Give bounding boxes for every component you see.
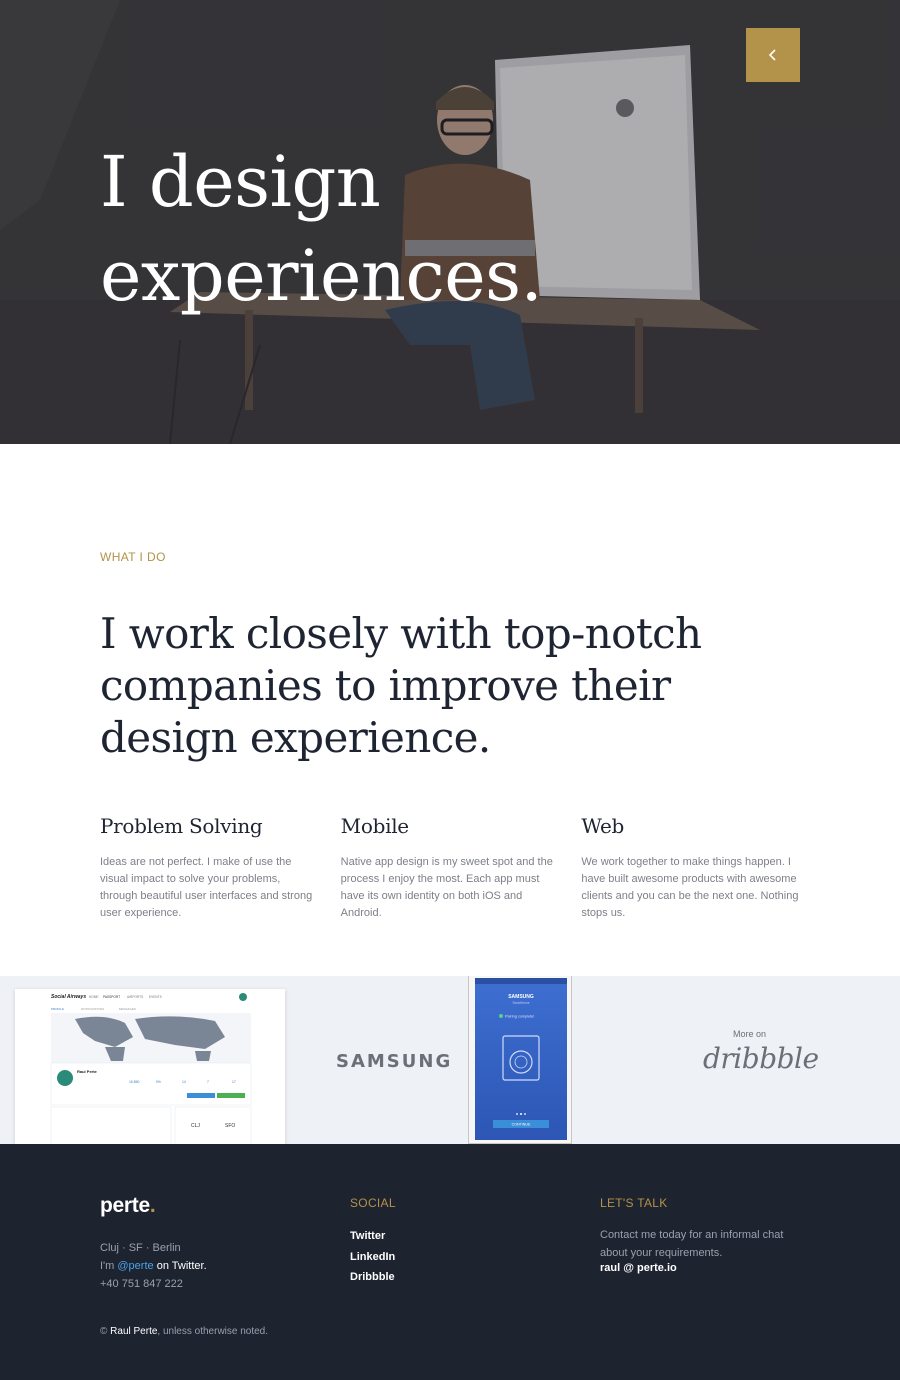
copyright-owner: Raul Perte: [110, 1326, 158, 1337]
service-text: Native app design is my sweet spot and t…: [340, 856, 553, 919]
more-on-label: More on: [733, 1029, 767, 1039]
brand-dot: .: [149, 1194, 156, 1217]
mock-nav-item: HOME: [89, 995, 99, 999]
phone-screen-graphic: SAMSUNG SmartHome Pairing complete! CONT…: [475, 978, 567, 1128]
lead-line: companies to improve their: [100, 661, 671, 710]
lead-line: design experience.: [100, 713, 491, 762]
mock-profile-name: Raul Perte: [77, 1069, 98, 1074]
section-lead: I work closely with top-notch companies …: [100, 608, 800, 764]
footer: perte. Cluj · SF · Berlin I'm @perte on …: [0, 1144, 900, 1380]
mock-nav-item: PASSPORT: [103, 995, 120, 999]
hero: I design experiences.: [0, 0, 900, 444]
mock-from-code: CLJ: [191, 1123, 200, 1129]
phone-number: +40 751 847 222: [100, 1278, 183, 1290]
phone-continue-button: CONTINUE: [512, 1123, 531, 1127]
twitter-handle-link[interactable]: @perte: [117, 1260, 153, 1272]
lead-line: I work closely with top-notch: [100, 609, 702, 658]
footer-contact-info: Cluj · SF · Berlin I'm @perte on Twitter…: [100, 1239, 207, 1293]
mock-stat: 16.850: [129, 1080, 139, 1084]
phone-brand: SAMSUNG: [508, 994, 534, 1000]
location-text: Cluj · SF · Berlin: [100, 1242, 181, 1254]
what-i-do-section: WHAT I DO I work closely with top-notch …: [0, 444, 900, 976]
phone-status: Pairing complete!: [505, 1015, 534, 1019]
mock-stat: 7: [207, 1080, 209, 1084]
hero-title-line: I design: [100, 141, 381, 223]
service-problem-solving: Problem Solving Ideas are not perfect. I…: [100, 814, 319, 922]
service-mobile: Mobile Native app design is my sweet spo…: [341, 814, 560, 922]
service-title: Problem Solving: [100, 814, 263, 838]
mock-tab: PROFILE: [51, 1007, 64, 1011]
lets-talk-text: Contact me today for an informal chat ab…: [600, 1229, 784, 1259]
hero-title-line: experiences.: [100, 235, 543, 317]
service-title: Mobile: [340, 814, 409, 838]
chevron-left-icon: [768, 49, 776, 61]
brand-name: perte: [100, 1194, 150, 1217]
mock-stat: 17: [232, 1080, 236, 1084]
social-heading: SOCIAL: [350, 1196, 396, 1210]
social-airways-mockup: Social Airways HOME PASSPORT AIRPORTS EV…: [15, 989, 285, 1144]
lets-talk-heading: LET'S TALK: [600, 1196, 668, 1210]
mock-nav-item: EVENTS: [149, 995, 162, 999]
twitter-line: I'm @perte on Twitter.: [100, 1257, 207, 1275]
phone-screen: SAMSUNG SmartHome Pairing complete! CONT…: [475, 978, 567, 1140]
copyright-prefix: ©: [100, 1326, 111, 1337]
services: Problem Solving Ideas are not perfect. I…: [100, 814, 800, 922]
service-text: Ideas are not perfect. I make of use the…: [100, 856, 313, 919]
samsung-phone-mockup[interactable]: SAMSUNG SmartHome Pairing complete! CONT…: [468, 976, 572, 1144]
service-text: We work together to make things happen. …: [581, 856, 799, 919]
phone-subbrand: SmartHome: [512, 1001, 529, 1005]
mock-stat: 0%: [156, 1080, 161, 1084]
social-links: Twitter LinkedIn Dribbble: [350, 1226, 395, 1288]
social-link-twitter[interactable]: Twitter: [350, 1226, 395, 1247]
copyright: © Raul Perte, unless otherwise noted.: [100, 1326, 268, 1337]
social-link-linkedin[interactable]: LinkedIn: [350, 1247, 395, 1268]
mock-nav-item: AIRPORTS: [127, 995, 143, 999]
social-airways-screenshot[interactable]: Social Airways HOME PASSPORT AIRPORTS EV…: [15, 989, 285, 1144]
email-link[interactable]: raul @ perte.io: [600, 1262, 677, 1274]
copyright-suffix: , unless otherwise noted.: [157, 1326, 269, 1337]
mock-tab: NOTIFICATIONS: [81, 1007, 104, 1011]
mock-tab: MESSAGES: [119, 1007, 136, 1011]
twitter-prefix: I'm: [100, 1260, 118, 1272]
section-eyebrow: WHAT I DO: [100, 550, 166, 564]
dribbble-logo[interactable]: dribbble: [703, 1042, 819, 1075]
mock-stat: 14: [182, 1080, 186, 1084]
samsung-logo[interactable]: SAMSUNG: [336, 1051, 452, 1072]
service-web: Web We work together to make things happ…: [581, 814, 800, 922]
mock-to-code: SFO: [225, 1123, 235, 1129]
social-link-dribbble[interactable]: Dribbble: [350, 1267, 395, 1288]
mock-logo: Social Airways: [51, 994, 86, 1000]
back-button[interactable]: [746, 28, 800, 82]
footer-brand-logo[interactable]: perte.: [100, 1194, 156, 1218]
work-strip: Social Airways HOME PASSPORT AIRPORTS EV…: [0, 976, 900, 1144]
twitter-suffix: on Twitter.: [153, 1260, 207, 1272]
hero-title: I design experiences.: [100, 135, 700, 323]
service-title: Web: [581, 814, 625, 838]
